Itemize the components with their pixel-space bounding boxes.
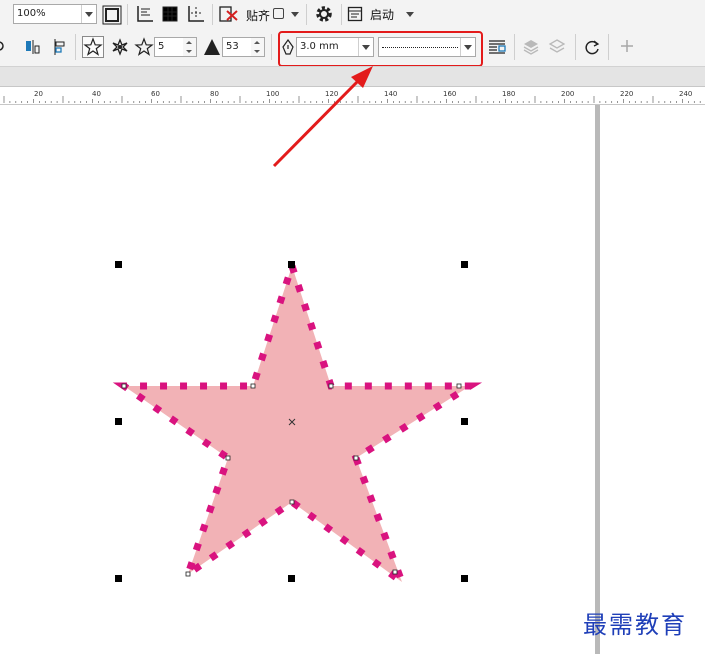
selection-handle[interactable] bbox=[461, 418, 468, 425]
arrow-shaft bbox=[272, 78, 361, 168]
canvas-overlay bbox=[112, 66, 483, 592]
node-handle[interactable] bbox=[225, 455, 231, 461]
selection-handle[interactable] bbox=[461, 575, 468, 582]
selection-handle[interactable] bbox=[461, 261, 468, 268]
selection-handle[interactable] bbox=[115, 261, 122, 268]
node-handle[interactable] bbox=[185, 571, 191, 577]
node-handle[interactable] bbox=[328, 383, 334, 389]
node-handle[interactable] bbox=[353, 455, 359, 461]
node-handle[interactable] bbox=[289, 499, 295, 505]
node-handle[interactable] bbox=[392, 569, 398, 575]
node-handle[interactable] bbox=[121, 383, 127, 389]
selection-handle[interactable] bbox=[115, 575, 122, 582]
watermark-text: 最需教育 bbox=[583, 611, 687, 639]
node-handle[interactable] bbox=[250, 383, 256, 389]
star-outline[interactable] bbox=[112, 254, 483, 592]
annotation-arrow bbox=[272, 66, 373, 168]
selection-handle[interactable] bbox=[288, 575, 295, 582]
node-handle[interactable] bbox=[456, 383, 462, 389]
selection-handle[interactable] bbox=[115, 418, 122, 425]
selection-handle[interactable] bbox=[288, 261, 295, 268]
star-object[interactable] bbox=[112, 254, 483, 592]
